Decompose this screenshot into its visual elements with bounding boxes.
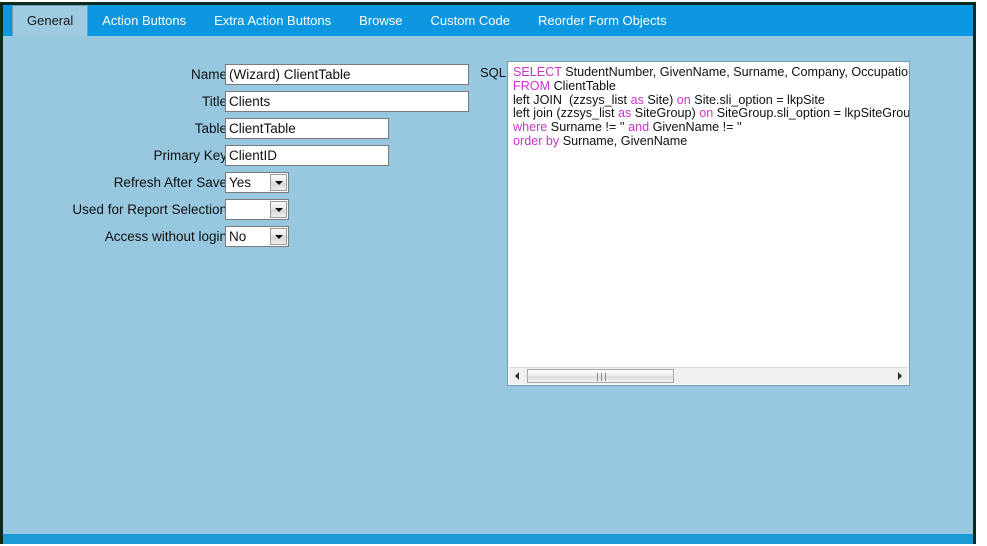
sql-keyword: order by — [513, 133, 560, 148]
sql-text: GivenName != '' — [649, 120, 742, 135]
scrollbar-thumb[interactable] — [527, 369, 674, 383]
tab-browse[interactable]: Browse — [345, 5, 416, 36]
sql-keyword: FROM — [513, 78, 551, 93]
scroll-left-arrow-icon[interactable] — [509, 368, 525, 384]
title-input[interactable] — [225, 91, 469, 112]
tab-reorder-form-objects[interactable]: Reorder Form Objects — [524, 5, 681, 36]
sql-keyword: and — [628, 120, 650, 135]
label-title: Title — [201, 94, 227, 109]
refresh-after-save-dropdown[interactable]: Yes — [225, 172, 289, 193]
sql-label: SQL — [480, 65, 507, 80]
footer-bar — [3, 534, 973, 544]
scroll-right-arrow-icon[interactable] — [892, 368, 908, 384]
sql-text: Surname != '' — [547, 120, 629, 135]
sql-keyword: as — [630, 92, 644, 107]
tab-custom-code[interactable]: Custom Code — [417, 5, 524, 36]
label-primary-key: Primary Key — [153, 148, 227, 163]
sql-text: left JOIN (zzsys_list — [513, 92, 631, 107]
triangle-down-glyph — [274, 234, 283, 239]
scrollbar-grip-icon — [596, 373, 606, 381]
triangle-down-glyph — [274, 180, 283, 185]
form-row: Name — [3, 64, 473, 88]
used-for-report-selection-dropdown-value — [229, 200, 267, 219]
sql-text: left join (zzsys_list — [513, 106, 618, 121]
tab-action-buttons[interactable]: Action Buttons — [88, 5, 200, 36]
triangle-down-glyph — [274, 207, 283, 212]
label-table: Table — [194, 121, 227, 136]
sql-line: FROM ClientTable — [513, 78, 909, 94]
sql-text: Site.sli_option = lkpSite — [690, 92, 825, 107]
sql-horizontal-scrollbar[interactable] — [509, 367, 908, 384]
tab-general[interactable]: General — [12, 5, 89, 36]
label-refresh-after-save: Refresh After Save — [113, 175, 227, 190]
form-row: Table — [3, 118, 473, 142]
application-window: General Action Buttons Extra Action Button… — [0, 2, 976, 544]
sql-text: SiteGroup) — [631, 106, 700, 121]
form-row: Primary Key — [3, 145, 473, 169]
sql-line: left JOIN (zzsys_list as Site) on Site.s… — [513, 92, 909, 108]
sql-keyword: on — [676, 92, 691, 107]
refresh-after-save-dropdown-value: Yes — [229, 175, 252, 190]
label-access-without-login: Access without login — [104, 229, 227, 244]
sql-keyword: SELECT — [513, 65, 562, 79]
tab-extra-action-buttons[interactable]: Extra Action Buttons — [200, 5, 345, 36]
sql-keyword: on — [699, 106, 714, 121]
sql-line: where Surname != '' and GivenName != '' — [513, 120, 909, 135]
sql-text: Site) — [643, 92, 677, 107]
table-input[interactable] — [225, 118, 389, 139]
label-name: Name — [190, 67, 227, 82]
content-area: Name Title Table Primary Key Refresh After S… — [3, 36, 973, 537]
chevron-down-icon[interactable] — [270, 201, 287, 218]
primary-key-input[interactable] — [225, 145, 389, 166]
form-row: Refresh After Save Yes — [3, 172, 473, 196]
sql-keyword: as — [617, 106, 632, 121]
form-row: Used for Report Selection — [3, 199, 473, 223]
form-row: Title — [3, 91, 473, 115]
sql-keyword: where — [513, 120, 548, 135]
general-form-panel: Name Title Table Primary Key Refresh After S… — [3, 36, 473, 256]
sql-text: ClientTable — [550, 78, 616, 93]
chevron-down-icon[interactable] — [270, 174, 287, 191]
sql-text: StudentNumber, GivenName, Surname, Compa… — [565, 65, 909, 79]
chevron-down-icon[interactable] — [270, 228, 287, 245]
used-for-report-selection-dropdown[interactable] — [225, 199, 289, 220]
sql-text: SiteGroup.sli_option = lkpSiteGroup — [713, 106, 910, 121]
access-without-login-dropdown[interactable]: No — [225, 226, 289, 247]
sql-line: SELECT StudentNumber, GivenName, Surname… — [513, 65, 909, 80]
name-input[interactable] — [225, 64, 469, 85]
label-used-for-report-selection: Used for Report Selection — [72, 202, 227, 217]
sql-text: Surname, GivenName — [559, 133, 688, 148]
form-row: Access without login No — [3, 226, 473, 250]
sql-line: order by Surname, GivenName — [513, 133, 909, 149]
tab-bar: General Action Buttons Extra Action Button… — [3, 5, 973, 36]
access-without-login-dropdown-value: No — [229, 229, 247, 244]
sql-code-text: SELECT StudentNumber, GivenName, Surname… — [513, 65, 910, 149]
sql-line: left join (zzsys_list as SiteGroup) on S… — [513, 106, 910, 121]
sql-textarea[interactable]: SELECT StudentNumber, GivenName, Surname… — [507, 61, 910, 386]
